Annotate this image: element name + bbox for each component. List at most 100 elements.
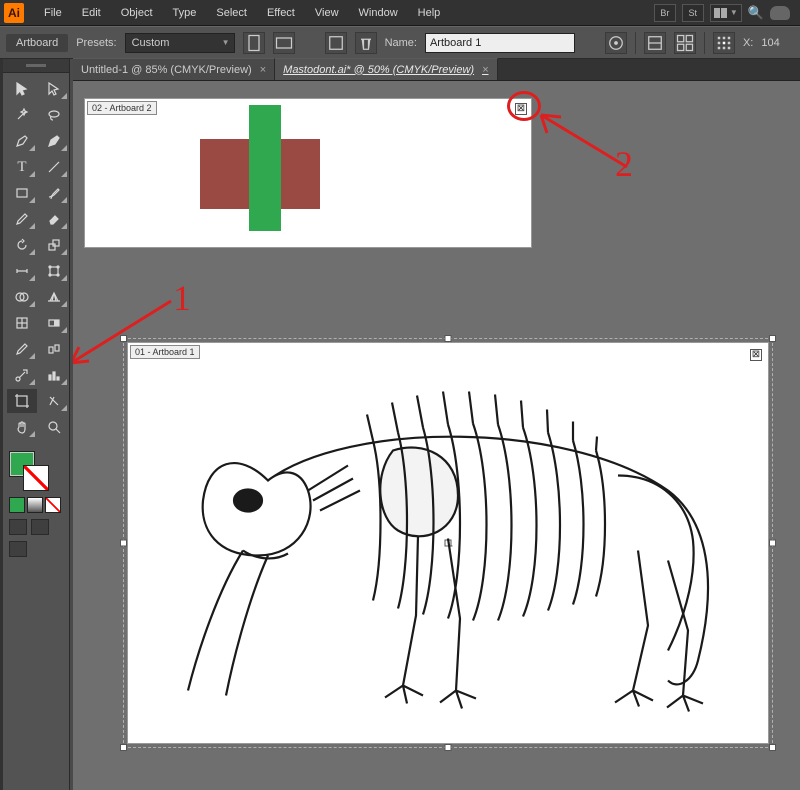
menu-file[interactable]: File <box>34 3 72 23</box>
paintbrush-tool[interactable] <box>39 181 69 205</box>
move-artwork-toggle[interactable] <box>605 32 627 54</box>
selection-tool[interactable] <box>7 77 37 101</box>
menu-object[interactable]: Object <box>111 3 163 23</box>
pencil-tool[interactable] <box>7 207 37 231</box>
menu-window[interactable]: Window <box>349 3 408 23</box>
blend-tool[interactable] <box>39 337 69 361</box>
annotation-label-2: 2 <box>615 143 633 185</box>
fill-stroke-swatches[interactable] <box>7 449 65 491</box>
sync-cloud-icon[interactable] <box>770 6 790 20</box>
gradient-tool[interactable] <box>39 311 69 335</box>
chevron-down-icon: ▼ <box>222 38 230 47</box>
draw-normal-button[interactable] <box>9 519 27 535</box>
x-value: 104 <box>761 37 779 49</box>
resize-handle[interactable] <box>445 335 452 342</box>
eraser-tool[interactable] <box>39 207 69 231</box>
app-icon: Ai <box>4 3 24 23</box>
tools-grip[interactable] <box>3 59 69 73</box>
eyedropper-tool[interactable] <box>7 337 37 361</box>
resize-handle[interactable] <box>445 744 452 751</box>
pen-tool[interactable] <box>7 129 37 153</box>
stock-chip[interactable]: St <box>682 4 704 22</box>
annotation-arrow-2 <box>535 109 635 182</box>
panel-label: Artboard <box>6 34 68 52</box>
color-mode-none[interactable] <box>45 497 61 513</box>
resize-handle[interactable] <box>120 335 127 342</box>
screen-mode-button[interactable] <box>9 541 27 557</box>
hand-tool[interactable] <box>7 415 37 439</box>
lasso-tool[interactable] <box>39 103 69 127</box>
type-tool[interactable]: T <box>7 155 37 179</box>
free-transform-tool[interactable] <box>39 259 69 283</box>
search-icon[interactable]: 🔍 <box>748 5 764 21</box>
close-icon[interactable]: × <box>482 64 488 76</box>
main-menubar: Ai File Edit Object Type Select Effect V… <box>0 0 800 26</box>
artboard-delete-marker[interactable]: ⊠ <box>750 349 762 361</box>
width-tool[interactable] <box>7 259 37 283</box>
reference-point-button[interactable] <box>713 32 735 54</box>
column-graph-tool[interactable] <box>39 363 69 387</box>
menu-help[interactable]: Help <box>408 3 451 23</box>
stroke-swatch[interactable] <box>23 465 49 491</box>
x-label: X: <box>743 37 753 49</box>
menu-effect[interactable]: Effect <box>257 3 305 23</box>
document-tab-1[interactable]: Untitled-1 @ 85% (CMYK/Preview) × <box>73 58 275 80</box>
resize-handle[interactable] <box>769 335 776 342</box>
resize-handle[interactable] <box>120 540 127 547</box>
resize-handle[interactable] <box>769 744 776 751</box>
annotation-label-1: 1 <box>173 277 191 319</box>
direct-selection-tool[interactable] <box>39 77 69 101</box>
green-rectangle-shape[interactable] <box>249 105 281 231</box>
scale-tool[interactable] <box>39 233 69 257</box>
orientation-landscape-button[interactable] <box>273 32 295 54</box>
bridge-chip[interactable]: Br <box>654 4 676 22</box>
presets-select[interactable]: Custom ▼ <box>125 33 235 53</box>
artboard-2[interactable]: 02 - Artboard 2 ⊠ <box>85 99 531 247</box>
artboard-delete-marker[interactable]: ⊠ <box>515 103 527 115</box>
color-mode-gradient[interactable] <box>27 497 43 513</box>
rectangle-tool[interactable] <box>7 181 37 205</box>
doctab-label: Mastodont.ai* @ 50% (CMYK/Preview) <box>283 64 474 76</box>
symbol-sprayer-tool[interactable] <box>7 363 37 387</box>
shape-builder-tool[interactable] <box>7 285 37 309</box>
menu-select[interactable]: Select <box>206 3 257 23</box>
document-tab-2[interactable]: Mastodont.ai* @ 50% (CMYK/Preview) × <box>275 58 497 80</box>
artboard-2-label: 02 - Artboard 2 <box>87 101 157 115</box>
line-segment-tool[interactable] <box>39 155 69 179</box>
menu-edit[interactable]: Edit <box>72 3 111 23</box>
artboard-1[interactable]: 01 - Artboard 1 ⊠ <box>128 343 768 743</box>
screen-mode-row-2 <box>9 541 63 557</box>
canvas[interactable]: 02 - Artboard 2 ⊠ 01 - Artboard 1 ⊠ <box>73 81 800 790</box>
tools-panel: T <box>0 59 70 790</box>
magic-wand-tool[interactable] <box>7 103 37 127</box>
control-bar: Artboard Presets: Custom ▼ Name: Artboar… <box>0 26 800 59</box>
rearrange-all-button[interactable] <box>674 32 696 54</box>
resize-handle[interactable] <box>120 744 127 751</box>
delete-artboard-button[interactable] <box>355 32 377 54</box>
name-label: Name: <box>385 37 417 49</box>
orientation-portrait-button[interactable] <box>243 32 265 54</box>
slice-tool[interactable] <box>39 389 69 413</box>
doctab-label: Untitled-1 @ 85% (CMYK/Preview) <box>81 64 252 76</box>
mastodon-skeleton-image[interactable] <box>148 358 748 723</box>
draw-behind-button[interactable] <box>31 519 49 535</box>
workspace-layout-button[interactable]: ▼ <box>710 4 742 22</box>
document-tabs: Untitled-1 @ 85% (CMYK/Preview) × Mastod… <box>73 59 800 81</box>
curvature-tool[interactable] <box>39 129 69 153</box>
rotate-tool[interactable] <box>7 233 37 257</box>
screen-mode-row <box>9 519 63 535</box>
new-artboard-button[interactable] <box>325 32 347 54</box>
artboard-options-button[interactable] <box>644 32 666 54</box>
perspective-grid-tool[interactable] <box>39 285 69 309</box>
menu-view[interactable]: View <box>305 3 349 23</box>
close-icon[interactable]: × <box>260 64 266 76</box>
zoom-tool[interactable] <box>39 415 69 439</box>
artboard-tool[interactable] <box>7 389 37 413</box>
menu-type[interactable]: Type <box>163 3 207 23</box>
mesh-tool[interactable] <box>7 311 37 335</box>
divider <box>704 32 705 54</box>
color-mode-color[interactable] <box>9 497 25 513</box>
resize-handle[interactable] <box>769 540 776 547</box>
menubar-right: Br St ▼ 🔍 <box>654 4 796 22</box>
artboard-name-input[interactable]: Artboard 1 <box>425 33 575 53</box>
